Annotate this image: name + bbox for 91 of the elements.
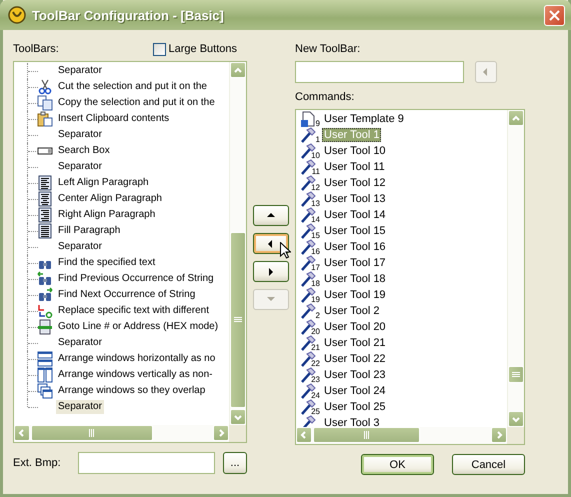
command-item[interactable]: User Tool 23: [322, 368, 388, 382]
toolbar-item[interactable]: Cut the selection and put it on the: [56, 80, 209, 94]
command-item[interactable]: User Tool 11: [322, 160, 387, 174]
toolbar-item[interactable]: Find the specified text: [56, 256, 158, 270]
command-item[interactable]: User Tool 17: [322, 256, 388, 270]
toolbar-item[interactable]: Separator: [56, 400, 104, 414]
command-item[interactable]: User Tool 18: [322, 272, 388, 286]
ext-bmp-field[interactable]: [78, 452, 215, 474]
scrollbar-thumb[interactable]: [313, 427, 420, 443]
align-justify-icon: [37, 223, 53, 239]
command-item[interactable]: User Tool 25: [322, 400, 388, 414]
toolbar-item[interactable]: Separator: [56, 64, 104, 78]
command-item[interactable]: User Tool 16: [322, 240, 388, 254]
align-center-icon: [37, 191, 53, 207]
toolbar-item[interactable]: Separator: [56, 160, 104, 174]
grip-icon: [234, 316, 242, 324]
command-item[interactable]: User Tool 19: [322, 288, 388, 302]
app-logo-icon: [8, 6, 26, 24]
toolbar-item[interactable]: Separator: [56, 240, 104, 254]
cancel-button[interactable]: Cancel: [452, 454, 525, 475]
align-right-icon: [37, 207, 53, 223]
toolbar-item[interactable]: Arrange windows horizontally as no: [56, 352, 218, 366]
scissors-icon: [37, 79, 53, 95]
new-toolbar-field[interactable]: [295, 61, 464, 83]
toolbar-item[interactable]: Replace specific text with different: [56, 304, 212, 318]
scroll-right-button[interactable]: [491, 427, 507, 443]
close-button[interactable]: [544, 4, 565, 26]
scroll-up-button[interactable]: [508, 110, 524, 126]
align-left-icon: [37, 175, 53, 191]
scrollbar-thumb[interactable]: [230, 232, 246, 408]
large-buttons-checkbox[interactable]: [152, 42, 166, 56]
move-up-button[interactable]: [253, 205, 289, 226]
command-item[interactable]: User Template 9: [322, 112, 406, 126]
window-title: ToolBar Configuration - [Basic]: [32, 8, 225, 22]
binoculars-right-arrow-icon: [37, 287, 53, 303]
command-item[interactable]: User Tool 13: [322, 192, 388, 206]
grip-icon: [512, 370, 520, 378]
toolbar-item[interactable]: Fill Paragraph: [56, 224, 122, 238]
command-item[interactable]: User Tool 2: [322, 304, 382, 318]
toolbar-item[interactable]: Goto Line # or Address (HEX mode): [56, 320, 220, 334]
command-item[interactable]: User Tool 20: [322, 320, 388, 334]
command-item[interactable]: User Tool 15: [322, 224, 388, 238]
toolbar-item[interactable]: Arrange windows so they overlap: [56, 384, 208, 398]
command-item[interactable]: User Tool 22: [322, 352, 388, 366]
tile-horizontal-icon: [37, 351, 53, 367]
copy-icon: [37, 95, 53, 111]
toolbar-item[interactable]: Copy the selection and put it on the: [56, 96, 217, 110]
toolbar-item[interactable]: Separator: [56, 128, 104, 142]
toolbar-item[interactable]: Search Box: [56, 144, 112, 158]
command-item[interactable]: User Tool 21: [322, 336, 388, 350]
grip-icon: [88, 429, 96, 437]
browse-button[interactable]: ...: [223, 452, 247, 474]
toolbar-item[interactable]: Center Align Paragraph: [56, 192, 164, 206]
command-item[interactable]: User Tool 24: [322, 384, 388, 398]
scroll-left-button[interactable]: [14, 425, 30, 441]
toolbar-item[interactable]: Insert Clipboard contents: [56, 112, 172, 126]
scroll-right-button[interactable]: [213, 425, 229, 441]
move-right-button[interactable]: [253, 261, 289, 282]
toolbar-item[interactable]: Find Next Occurrence of String: [56, 288, 198, 302]
scrollbar-thumb[interactable]: [31, 425, 153, 441]
close-icon: [549, 10, 560, 20]
command-item[interactable]: User Tool 12: [322, 176, 388, 190]
toolbar-item[interactable]: Find Previous Occurrence of String: [56, 272, 216, 286]
scroll-down-button[interactable]: [508, 411, 524, 427]
command-item[interactable]: User Tool 10: [322, 144, 388, 158]
tile-vertical-icon: [37, 367, 53, 383]
cascade-windows-icon: [37, 383, 53, 399]
replace-icon: [37, 303, 53, 319]
mouse-cursor-icon: [280, 242, 291, 259]
toolbar-item[interactable]: Right Align Paragraph: [56, 208, 158, 222]
large-buttons-label: Large Buttons: [168, 42, 237, 56]
right-arrow-icon: [266, 266, 276, 276]
paste-icon: [37, 111, 53, 127]
scroll-up-button[interactable]: [230, 62, 246, 78]
chevron-up-icon: [511, 113, 521, 123]
ext-bmp-label: Ext. Bmp:: [13, 456, 62, 470]
toolbars-label: ToolBars:: [13, 42, 59, 56]
toolbar-item[interactable]: Arrange windows vertically as non-: [56, 368, 215, 382]
commands-label: Commands:: [295, 91, 356, 104]
grip-icon: [362, 431, 370, 439]
scrollbar-thumb[interactable]: [508, 366, 524, 383]
scroll-left-button[interactable]: [296, 427, 312, 443]
toolbar-item[interactable]: Left Align Paragraph: [56, 176, 151, 190]
command-item[interactable]: User Tool 14: [322, 208, 388, 222]
binoculars-left-arrow-icon: [37, 271, 53, 287]
toolbar-item[interactable]: Separator: [56, 336, 104, 350]
ok-button[interactable]: OK: [361, 454, 434, 475]
scroll-down-button[interactable]: [230, 409, 246, 425]
chevron-up-icon: [233, 65, 243, 75]
command-item[interactable]: User Tool 3: [322, 416, 382, 427]
new-toolbar-label: New ToolBar:: [295, 42, 360, 56]
